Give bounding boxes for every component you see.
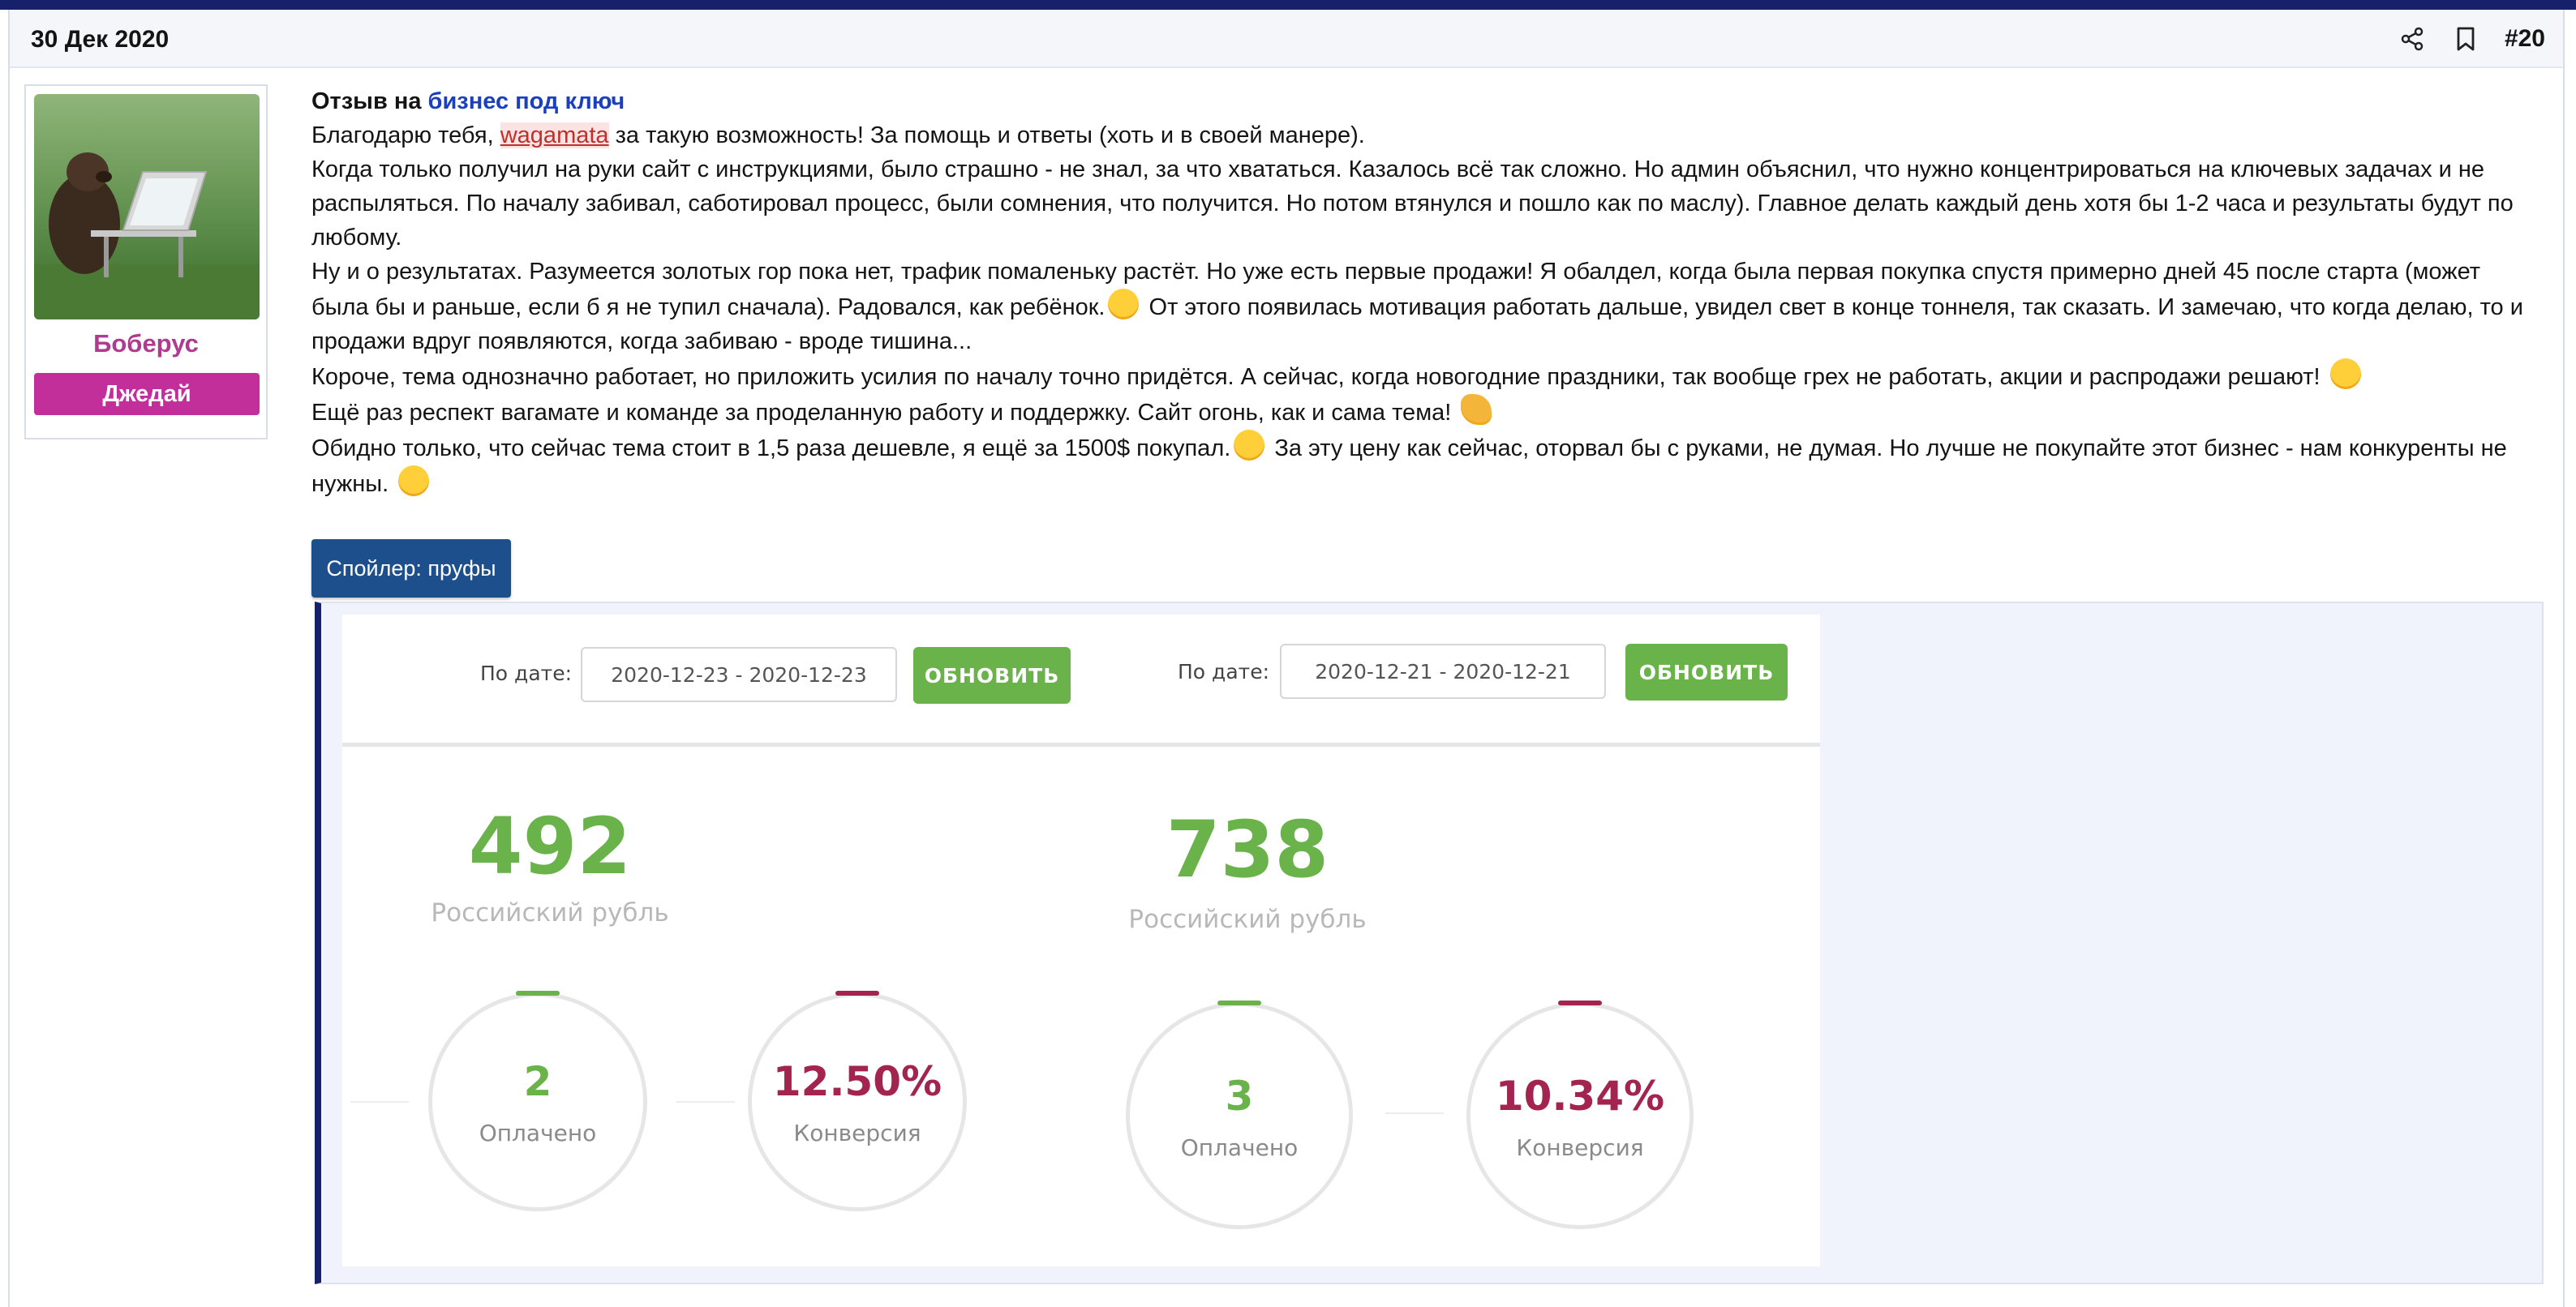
user-title-badge: Джедай [34,373,260,415]
message-lead: Отзыв на бизнес под ключ [311,84,2542,118]
message-body: Отзыв на бизнес под ключ Благодарю тебя,… [311,84,2542,501]
paid-count-value: 3 [1225,1073,1254,1120]
paragraph-text: Обидно только, что сейчас тема стоит в 1… [311,435,1231,461]
handshake-emoji-icon [1461,394,1492,425]
spoiler-toggle-button[interactable]: Спойлер: пруфы [311,539,511,598]
paid-count-value: 2 [523,1058,552,1105]
date-filter-label: По дате: [480,662,573,685]
lead-prefix: Отзыв на [311,88,422,114]
upside-down-emoji-icon [398,465,430,496]
currency-label: Российский рубль [1128,905,1367,934]
revenue-amount: 738 [1166,804,1329,895]
grin-emoji-icon [1108,289,1140,319]
conversion-label: Конверсия [1516,1134,1644,1161]
business-link[interactable]: бизнес под ключ [428,88,625,114]
bookmark-icon[interactable] [2451,24,2480,54]
username-link[interactable]: Боберус [26,329,266,358]
unamused-emoji-icon [1234,430,1265,461]
paragraph-text: Благодарю тебя, [311,122,500,148]
gauge-arc [1558,1001,1602,1005]
paragraph-summary: Короче, тема однозначно работает, но при… [311,358,2542,394]
paragraph-price: Обидно только, что сейчас тема стоит в 1… [311,430,2542,501]
gauge-arc [1217,1001,1261,1005]
paragraph-results: Ну и о результатах. Разумеется золотых г… [311,255,2542,358]
date-filter-label: По дате: [1178,660,1270,683]
paragraph-start: Когда только получил на руки сайт с инст… [311,156,2514,251]
post-header: 30 Дек 2020 #20 [10,10,2563,68]
update-button[interactable]: ОБНОВИТЬ [1625,644,1788,701]
conversion-value: 12.50% [772,1058,942,1105]
connector-line [676,1101,735,1103]
connector-line [350,1101,409,1103]
paragraph-respect: Ещё раз респект вагамате и команде за пр… [311,394,2542,430]
paid-count-label: Оплачено [479,1120,597,1146]
paragraph-text: Короче, тема однозначно работает, но при… [311,364,2321,390]
post-header-actions: #20 [2398,21,2545,57]
user-mention-link[interactable]: wagamata [500,122,609,148]
share-icon[interactable] [2398,24,2427,54]
date-range-input[interactable]: 2020-12-21 - 2020-12-21 [1280,644,1606,699]
stats-screenshot: По дате: 2020-12-23 - 2020-12-23 ОБНОВИТ… [342,615,1820,1266]
paid-count-label: Оплачено [1180,1134,1299,1161]
paid-count-gauge: 2 Оплачено [428,991,647,1211]
connector-line [1385,1112,1444,1114]
gauge-arc [516,991,560,996]
post-date[interactable]: 30 Дек 2020 [31,26,169,54]
paragraph-text: Ещё раз респект вагамате и команде за пр… [311,400,1452,426]
conversion-label: Конверсия [793,1120,921,1146]
revenue-amount: 492 [468,801,632,892]
paid-count-gauge: 3 Оплачено [1126,1001,1353,1229]
top-accent-bar [0,0,2576,10]
shush-emoji-icon [2329,358,2361,389]
stats-divider [342,743,1820,747]
post-number-link[interactable]: #20 [2505,25,2545,53]
user-card: Боберус Джедай [24,84,268,439]
conversion-gauge: 10.34% Конверсия [1466,1001,1694,1229]
conversion-value: 10.34% [1495,1073,1665,1120]
conversion-gauge: 12.50% Конверсия [748,991,967,1211]
update-button[interactable]: ОБНОВИТЬ [913,647,1071,704]
paragraph-text: за такую возможность! За помощь и ответы… [608,122,1365,148]
gauge-arc [835,991,879,996]
user-avatar[interactable] [34,94,260,319]
date-range-input[interactable]: 2020-12-23 - 2020-12-23 [581,647,897,702]
paragraph-thanks: Благодарю тебя, wagamata за такую возмож… [311,118,2542,152]
currency-label: Российский рубль [431,898,669,928]
